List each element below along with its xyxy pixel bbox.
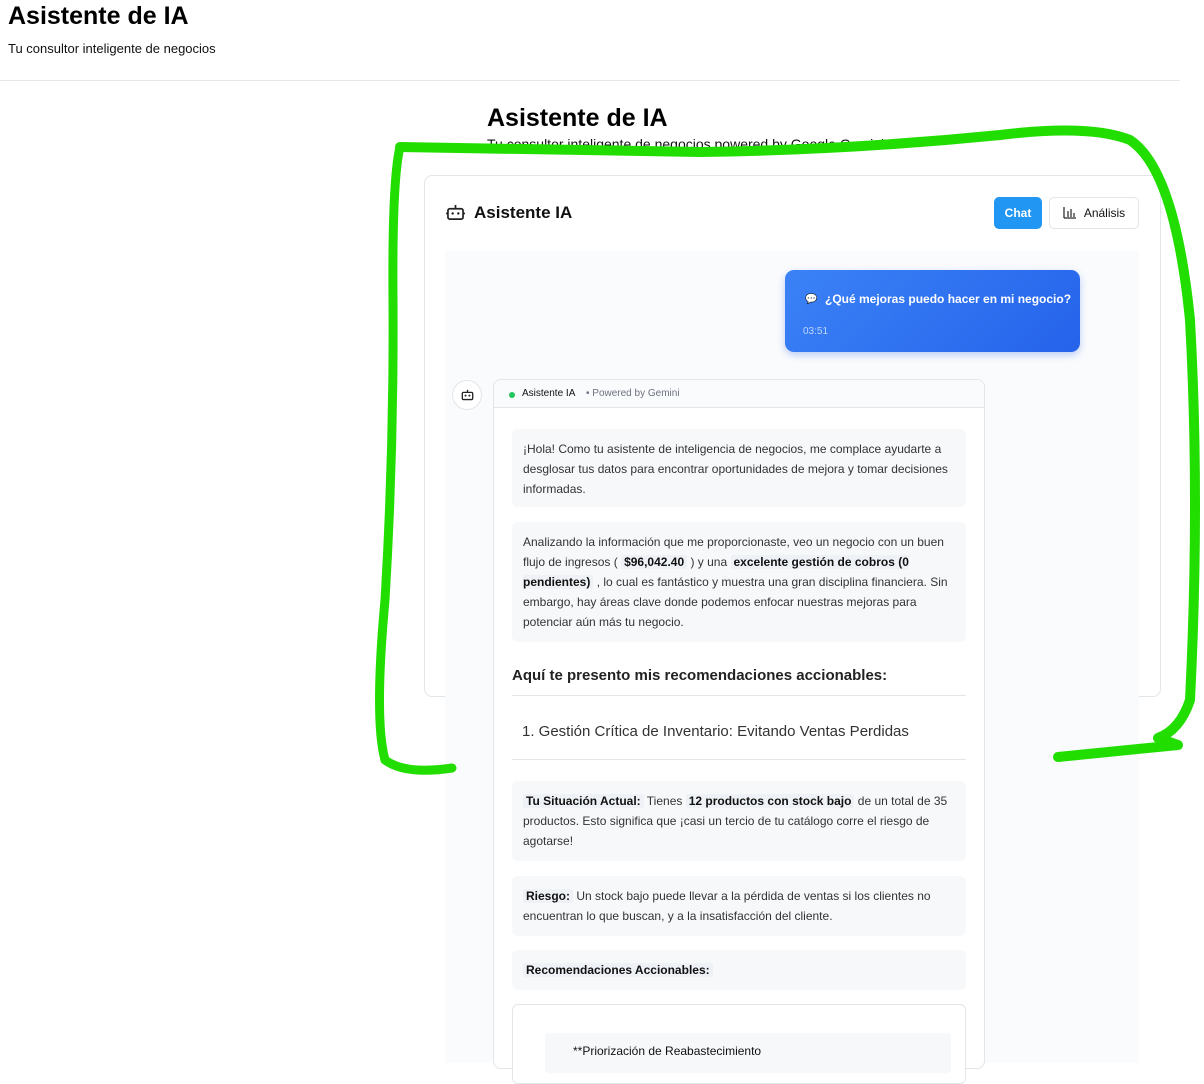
divider: [512, 759, 966, 760]
risk-text: Un stock bajo puede llevar a la pérdida …: [523, 889, 931, 923]
divider: [512, 695, 966, 696]
bot-paragraph-analysis: Analizando la información que me proporc…: [512, 522, 966, 642]
bot-paragraph-intro: ¡Hola! Como tu asistente de inteligencia…: [512, 429, 966, 507]
situation-text-a: Tienes: [646, 794, 683, 808]
bot-message-header: Asistente IA • Powered by Gemini: [494, 380, 984, 408]
page-title: Asistente de IA: [487, 104, 668, 132]
app-title: Asistente de IA: [8, 2, 189, 30]
situation-label: Tu Situación Actual:: [523, 794, 644, 808]
section-heading: 1. Gestión Crítica de Inventario: Evitan…: [522, 723, 909, 740]
user-message-time: 03:51: [803, 326, 829, 337]
situation-block: Tu Situación Actual: Tienes 12 productos…: [512, 781, 966, 861]
app-subtitle: Tu consultor inteligente de negocios: [8, 41, 216, 56]
bot-avatar: [452, 380, 482, 410]
bot-powered-by: • Powered by Gemini: [586, 388, 680, 399]
bot-name: Asistente IA: [522, 388, 576, 399]
risk-label: Riesgo:: [523, 889, 574, 903]
intro-text: ¡Hola! Como tu asistente de inteligencia…: [523, 442, 948, 496]
nested-recommendation: **Priorización de Reabastecimiento: [512, 1004, 966, 1084]
page-subtitle: Tu consultor inteligente de negocios pow…: [487, 136, 885, 152]
recommendations-heading: Aquí te presento mis recomendaciones acc…: [512, 667, 888, 684]
user-message: 💬 ¿Qué mejoras puedo hacer en mi negocio…: [785, 270, 1080, 352]
app-header: Asistente de IA Tu consultor inteligente…: [0, 0, 1180, 81]
card-title: Asistente IA: [474, 203, 573, 222]
priority-item: **Priorización de Reabastecimiento: [545, 1033, 951, 1073]
tab-analysis[interactable]: Análisis: [1049, 197, 1139, 229]
revenue-amount: $96,042.40: [621, 555, 688, 569]
analysis-text-b: ) y una: [690, 555, 728, 569]
tab-analysis-label: Análisis: [1083, 206, 1126, 220]
bar-chart-icon: [1063, 207, 1076, 219]
online-status-dot: [509, 392, 515, 398]
robot-icon: [446, 204, 465, 220]
low-stock-highlight: 12 productos con stock bajo: [685, 794, 855, 808]
risk-block: Riesgo: Un stock bajo puede llevar a la …: [512, 876, 966, 936]
tab-chat[interactable]: Chat: [994, 197, 1042, 229]
actions-label: Recomendaciones Accionables:: [523, 963, 713, 977]
actions-block: Recomendaciones Accionables:: [512, 950, 966, 990]
bot-message: Asistente IA • Powered by Gemini ¡Hola! …: [493, 379, 985, 1084]
speech-bubble-icon: 💬: [805, 294, 818, 305]
robot-icon: [461, 389, 473, 401]
user-message-text: ¿Qué mejoras puedo hacer en mi negocio?: [825, 292, 1072, 306]
